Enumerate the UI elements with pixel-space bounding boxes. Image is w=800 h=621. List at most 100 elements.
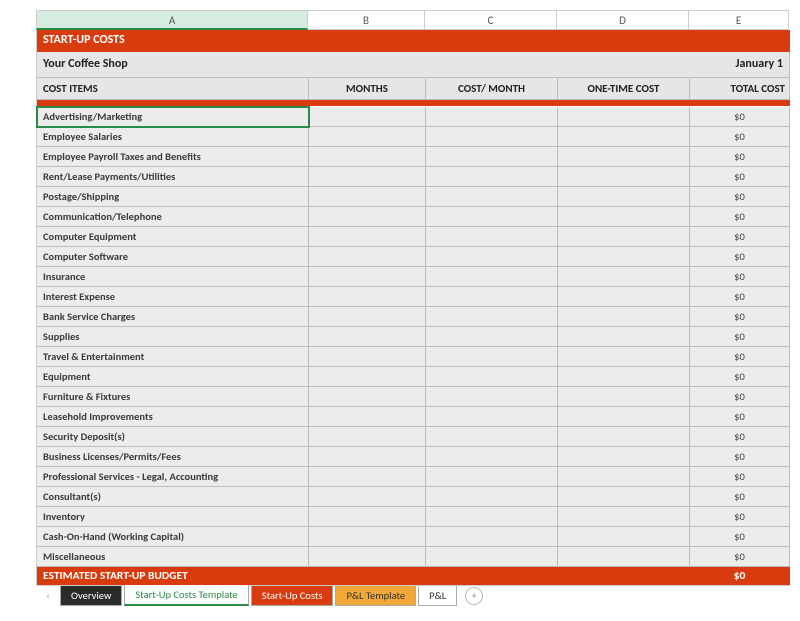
cost-month-cell[interactable] [426, 487, 558, 507]
item-name-cell[interactable]: Cash-On-Hand (Working Capital) [37, 527, 309, 547]
column-header-C[interactable]: C [425, 10, 557, 30]
cell[interactable] [426, 52, 558, 78]
item-name-cell[interactable]: Advertising/Marketing [37, 107, 309, 127]
one-time-cost-cell[interactable] [558, 207, 690, 227]
months-cell[interactable] [309, 147, 426, 167]
tab-startup-costs[interactable]: Start-Up Costs [251, 586, 334, 606]
cost-month-cell[interactable] [426, 447, 558, 467]
months-cell[interactable] [309, 367, 426, 387]
months-cell[interactable] [309, 467, 426, 487]
one-time-cost-cell[interactable] [558, 487, 690, 507]
total-cost-cell[interactable]: $0 [690, 287, 790, 307]
one-time-cost-cell[interactable] [558, 407, 690, 427]
cell[interactable] [558, 52, 690, 78]
months-cell[interactable] [309, 307, 426, 327]
item-name-cell[interactable]: Employee Salaries [37, 127, 309, 147]
tab-nav-prev[interactable]: ‹ [36, 589, 60, 602]
total-cost-cell[interactable]: $0 [690, 167, 790, 187]
total-cost-cell[interactable]: $0 [690, 527, 790, 547]
one-time-cost-cell[interactable] [558, 147, 690, 167]
total-cost-cell[interactable]: $0 [690, 547, 790, 567]
total-cost-cell[interactable]: $0 [690, 327, 790, 347]
cost-month-cell[interactable] [426, 467, 558, 487]
cost-month-cell[interactable] [426, 327, 558, 347]
column-header-B[interactable]: B [308, 10, 425, 30]
tab-pl[interactable]: P&L [418, 586, 457, 606]
months-cell[interactable] [309, 407, 426, 427]
item-name-cell[interactable]: Supplies [37, 327, 309, 347]
total-cost-cell[interactable]: $0 [690, 147, 790, 167]
one-time-cost-cell[interactable] [558, 107, 690, 127]
item-name-cell[interactable]: Inventory [37, 507, 309, 527]
item-name-cell[interactable]: Miscellaneous [37, 547, 309, 567]
tab-overview[interactable]: Overview [60, 586, 122, 606]
months-cell[interactable] [309, 527, 426, 547]
cell[interactable] [558, 30, 690, 52]
header-one-time[interactable]: ONE-TIME COST [558, 78, 690, 100]
total-cost-cell[interactable]: $0 [690, 187, 790, 207]
one-time-cost-cell[interactable] [558, 507, 690, 527]
cost-month-cell[interactable] [426, 347, 558, 367]
total-cost-cell[interactable]: $0 [690, 427, 790, 447]
months-cell[interactable] [309, 447, 426, 467]
cost-month-cell[interactable] [426, 207, 558, 227]
item-name-cell[interactable]: Leasehold Improvements [37, 407, 309, 427]
item-name-cell[interactable]: Interest Expense [37, 287, 309, 307]
cost-month-cell[interactable] [426, 287, 558, 307]
total-cost-cell[interactable]: $0 [690, 127, 790, 147]
item-name-cell[interactable]: Professional Services - Legal, Accountin… [37, 467, 309, 487]
one-time-cost-cell[interactable] [558, 327, 690, 347]
one-time-cost-cell[interactable] [558, 547, 690, 567]
one-time-cost-cell[interactable] [558, 167, 690, 187]
cell[interactable] [426, 567, 558, 587]
months-cell[interactable] [309, 287, 426, 307]
one-time-cost-cell[interactable] [558, 187, 690, 207]
cost-month-cell[interactable] [426, 547, 558, 567]
one-time-cost-cell[interactable] [558, 427, 690, 447]
months-cell[interactable] [309, 167, 426, 187]
cost-month-cell[interactable] [426, 427, 558, 447]
one-time-cost-cell[interactable] [558, 267, 690, 287]
one-time-cost-cell[interactable] [558, 367, 690, 387]
months-cell[interactable] [309, 227, 426, 247]
one-time-cost-cell[interactable] [558, 467, 690, 487]
months-cell[interactable] [309, 187, 426, 207]
months-cell[interactable] [309, 267, 426, 287]
cell[interactable] [309, 567, 426, 587]
item-name-cell[interactable]: Computer Equipment [37, 227, 309, 247]
cell[interactable] [309, 30, 426, 52]
column-header-E[interactable]: E [689, 10, 789, 30]
one-time-cost-cell[interactable] [558, 127, 690, 147]
cost-month-cell[interactable] [426, 227, 558, 247]
cost-month-cell[interactable] [426, 107, 558, 127]
months-cell[interactable] [309, 347, 426, 367]
title-cell[interactable]: START-UP COSTS [37, 30, 309, 52]
cost-month-cell[interactable] [426, 147, 558, 167]
cost-month-cell[interactable] [426, 367, 558, 387]
months-cell[interactable] [309, 247, 426, 267]
cell[interactable] [426, 30, 558, 52]
item-name-cell[interactable]: Furniture & Fixtures [37, 387, 309, 407]
months-cell[interactable] [309, 387, 426, 407]
cost-month-cell[interactable] [426, 527, 558, 547]
total-cost-cell[interactable]: $0 [690, 447, 790, 467]
add-sheet-button[interactable]: + [465, 587, 483, 605]
company-cell[interactable]: Your Coffee Shop [37, 52, 309, 78]
one-time-cost-cell[interactable] [558, 307, 690, 327]
budget-total[interactable]: $0 [690, 567, 790, 587]
cost-month-cell[interactable] [426, 267, 558, 287]
column-header-A[interactable]: A [36, 10, 308, 30]
total-cost-cell[interactable]: $0 [690, 227, 790, 247]
item-name-cell[interactable]: Travel & Entertainment [37, 347, 309, 367]
total-cost-cell[interactable]: $0 [690, 207, 790, 227]
one-time-cost-cell[interactable] [558, 347, 690, 367]
total-cost-cell[interactable]: $0 [690, 307, 790, 327]
cost-month-cell[interactable] [426, 507, 558, 527]
total-cost-cell[interactable]: $0 [690, 347, 790, 367]
one-time-cost-cell[interactable] [558, 527, 690, 547]
months-cell[interactable] [309, 507, 426, 527]
one-time-cost-cell[interactable] [558, 247, 690, 267]
total-cost-cell[interactable]: $0 [690, 507, 790, 527]
months-cell[interactable] [309, 487, 426, 507]
one-time-cost-cell[interactable] [558, 387, 690, 407]
